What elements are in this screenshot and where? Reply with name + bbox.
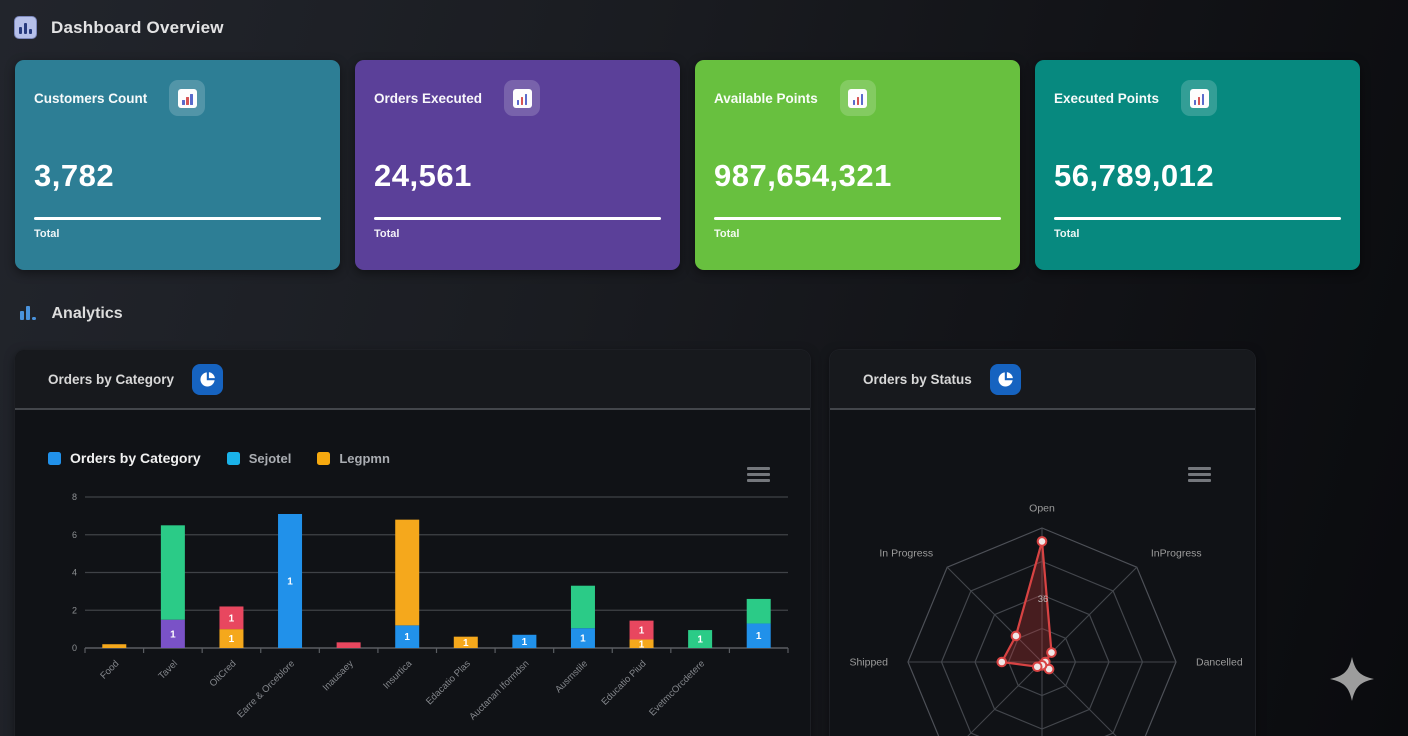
legend-item[interactable]: Legpmn — [317, 451, 390, 466]
stat-card-footer: Total — [714, 228, 1001, 240]
stat-card-label: Orders Executed — [374, 91, 482, 106]
card-title: Orders by Category — [48, 372, 174, 387]
svg-text:Ausmstile: Ausmstile — [553, 658, 590, 695]
svg-text:Shipped: Shipped — [849, 657, 888, 669]
chart-badge-icon — [504, 80, 540, 116]
chart-badge-icon — [169, 80, 205, 116]
divider — [1054, 217, 1341, 220]
svg-text:Insurtica: Insurtica — [381, 658, 415, 692]
stat-card-footer: Total — [1054, 228, 1341, 240]
dashboard-icon — [14, 16, 37, 39]
stat-card-label: Customers Count — [34, 91, 147, 106]
pie-chart-icon — [997, 371, 1014, 388]
svg-text:Open: Open — [1029, 503, 1055, 515]
orders-by-status-card: Orders by Status 36 Open InProgress Dancell… — [830, 350, 1255, 736]
stat-card-value: 987,654,321 — [714, 158, 1001, 194]
svg-text:OitCred: OitCred — [208, 658, 239, 689]
chart-badge-icon — [840, 80, 876, 116]
analytics-header: Analytics — [20, 305, 123, 323]
stat-card-label: Available Points — [714, 91, 818, 106]
svg-text:8: 8 — [72, 492, 77, 502]
svg-text:1: 1 — [522, 637, 528, 648]
svg-text:Earre & Orceblore: Earre & Orceblore — [235, 658, 297, 720]
stat-card-value: 56,789,012 — [1054, 158, 1341, 194]
sparkle-assistant-button[interactable] — [1326, 654, 1378, 706]
svg-text:6: 6 — [72, 530, 77, 540]
svg-text:1: 1 — [639, 626, 645, 637]
card-header: Orders by Category — [15, 350, 810, 410]
legend-label: Legpmn — [339, 451, 390, 466]
svg-text:1: 1 — [170, 629, 176, 640]
svg-text:36: 36 — [1038, 594, 1049, 605]
sparkle-icon — [1328, 655, 1376, 703]
pie-chart-toggle-button[interactable] — [990, 364, 1021, 395]
legend-swatch — [48, 452, 61, 465]
stacked-bar-chart: 0 2 4 6 8 Food 1 Tavel 1 1 OitCred 1 Earre & Orceblo… — [15, 480, 810, 736]
chart-badge-icon — [1181, 80, 1217, 116]
legend-item[interactable]: Orders by Category — [48, 450, 201, 466]
legend-label: Orders by Category — [70, 450, 201, 466]
svg-text:1: 1 — [287, 576, 293, 587]
svg-text:2: 2 — [72, 605, 77, 615]
orders-by-category-card: Orders by Category Orders by Category Se… — [15, 350, 810, 736]
divider — [374, 217, 661, 220]
svg-text:In Progress: In Progress — [879, 548, 933, 560]
analytics-title: Analytics — [52, 305, 123, 323]
svg-text:4: 4 — [72, 568, 77, 578]
svg-text:EvetmcOrcdetere: EvetmcOrcdetere — [647, 658, 707, 718]
stat-card-value: 3,782 — [34, 158, 321, 194]
svg-text:0: 0 — [72, 643, 77, 653]
svg-text:1: 1 — [639, 639, 645, 650]
svg-text:Food: Food — [98, 658, 121, 681]
chart-legend: Orders by Category Sejotel Legpmn — [48, 450, 390, 466]
stat-card-footer: Total — [374, 228, 661, 240]
svg-text:1: 1 — [756, 631, 762, 642]
svg-text:Inausaey: Inausaey — [321, 658, 356, 693]
svg-text:InProgress: InProgress — [1151, 548, 1202, 560]
svg-text:1: 1 — [463, 638, 469, 649]
svg-text:1: 1 — [229, 613, 235, 624]
svg-text:Edacatio Plas: Edacatio Plas — [424, 658, 473, 707]
svg-text:Auctanan Iformdsn: Auctanan Iformdsn — [467, 658, 531, 722]
bar-chart-icon — [20, 306, 36, 323]
stat-card-value: 24,561 — [374, 158, 661, 194]
svg-text:1: 1 — [229, 634, 235, 645]
svg-text:Dancelled: Dancelled — [1196, 657, 1243, 669]
card-header: Orders by Status — [830, 350, 1255, 410]
svg-text:Tavel: Tavel — [157, 658, 180, 681]
stat-card-label: Executed Points — [1054, 91, 1159, 106]
legend-swatch — [227, 452, 240, 465]
legend-label: Sejotel — [249, 451, 292, 466]
page-title: Dashboard Overview — [51, 18, 224, 38]
radar-chart: 36 Open InProgress Dancelled Shipped In Progr… — [830, 410, 1255, 736]
svg-text:1: 1 — [580, 634, 586, 645]
legend-item[interactable]: Sejotel — [227, 451, 292, 466]
stat-card-executed-points[interactable]: Executed Points 56,789,012 Total — [1035, 60, 1360, 270]
stat-card-orders-executed[interactable]: Orders Executed 24,561 Total — [355, 60, 680, 270]
svg-text:1: 1 — [404, 632, 410, 643]
svg-text:1: 1 — [697, 635, 703, 646]
svg-text:Educatio Piud: Educatio Piud — [599, 658, 648, 707]
stat-card-customers-count[interactable]: Customers Count 3,782 Total — [15, 60, 340, 270]
pie-chart-toggle-button[interactable] — [192, 364, 223, 395]
stat-card-available-points[interactable]: Available Points 987,654,321 Total — [695, 60, 1020, 270]
card-title: Orders by Status — [863, 372, 972, 387]
pie-chart-icon — [199, 371, 216, 388]
divider — [714, 217, 1001, 220]
legend-swatch — [317, 452, 330, 465]
stat-card-footer: Total — [34, 228, 321, 240]
page-header: Dashboard Overview — [14, 16, 224, 39]
divider — [34, 217, 321, 220]
